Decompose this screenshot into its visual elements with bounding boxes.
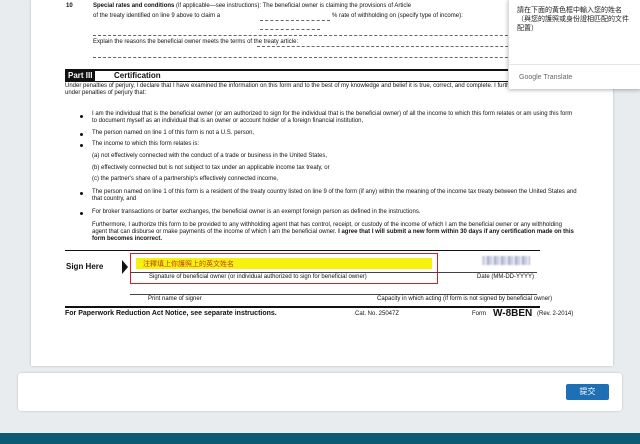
- line-10-explain: Explain the reasons the beneficial owner…: [93, 39, 299, 45]
- cert-bullet-3c: (c) the partner's share of a partnership…: [92, 176, 279, 182]
- cert-bullet-5: For broker transactions or barter exchan…: [92, 209, 421, 215]
- google-translate-popup: 請在下面的黃色框中輸入您的姓名（與您的護照或身份證相匹配的文件配置） Googl…: [508, 0, 640, 89]
- sign-arrow-icon: [122, 260, 128, 274]
- form-revision: (Rev. 2-2014): [537, 311, 574, 317]
- article-field[interactable]: [260, 29, 320, 30]
- line-10-text2: of the treaty identified on line 9 above…: [93, 13, 221, 19]
- form-label: Form: [472, 311, 486, 317]
- cert-bullet-3a: (a) not effectively connected with the c…: [92, 153, 328, 159]
- cert-bullet-2: The person named on line 1 of this form …: [92, 130, 255, 136]
- line-10-text3: % rate of withholding on (specify type o…: [332, 13, 463, 19]
- print-name-line: [130, 294, 537, 295]
- cert-bullet-4: The person named on line 1 of this form …: [92, 189, 577, 202]
- bullet: [80, 192, 83, 195]
- treaty-rate-field[interactable]: [260, 20, 330, 21]
- page-footer-bar: [0, 433, 640, 444]
- explain-field-2[interactable]: [93, 57, 538, 58]
- cert-bullet-3b: (b) effectively connected but is not sub…: [92, 165, 330, 171]
- bullet: [80, 144, 83, 147]
- submit-bar: [18, 373, 622, 411]
- part3-title: Certification: [114, 71, 161, 80]
- capacity-caption: Capacity in which acting (if form is not…: [377, 296, 553, 302]
- bullet: [80, 133, 83, 136]
- form-name: W-8BEN: [493, 308, 533, 319]
- bullet: [80, 212, 83, 215]
- sign-here-label: Sign Here: [66, 262, 104, 271]
- print-name-caption: Print name of signer: [148, 296, 202, 302]
- income-type-field[interactable]: [93, 35, 538, 36]
- explain-field[interactable]: [257, 46, 538, 47]
- translate-divider: [509, 64, 640, 65]
- signature-input[interactable]: 注釋填上你護照上的英文姓名: [136, 258, 432, 269]
- line-10-heading: Special rates and conditions: [93, 3, 175, 9]
- line-10-text1: (if applicable—see instructions): The be…: [174, 3, 412, 9]
- footer-rule: [65, 306, 540, 308]
- date-caption: Date (MM-DD-YYYY): [477, 274, 535, 280]
- cert-further: Furthermore, I authorize this form to be…: [92, 222, 577, 243]
- signature-caption: Signature of beneficial owner (or indivi…: [149, 274, 367, 280]
- signature-line: [130, 272, 537, 273]
- certification-intro: Under penalties of perjury, I declare th…: [65, 83, 533, 96]
- paperwork-notice: For Paperwork Reduction Act Notice, see …: [65, 310, 277, 317]
- date-value-redacted: [482, 256, 530, 265]
- line-10-text: Special rates and conditions (if applica…: [93, 3, 538, 10]
- line-10-number: 10: [66, 3, 73, 9]
- part3-rule: [65, 81, 540, 82]
- cert-bullet-3: The income to which this form relates is…: [92, 141, 200, 147]
- sign-rule: [65, 250, 540, 251]
- cert-bullet-1: I am the individual that is the benefici…: [92, 111, 573, 124]
- part3-label: Part III: [65, 71, 96, 81]
- google-translate-brand: Google Translate: [519, 74, 573, 81]
- bullet: [80, 115, 83, 118]
- catalog-number: Cat. No. 25047Z: [355, 311, 400, 317]
- signature-placeholder: 注釋填上你護照上的英文姓名: [143, 261, 234, 268]
- translation-text: 請在下面的黃色框中輸入您的姓名（與您的護照或身份證相匹配的文件配置）: [517, 7, 629, 32]
- submit-button[interactable]: 提交: [566, 384, 609, 400]
